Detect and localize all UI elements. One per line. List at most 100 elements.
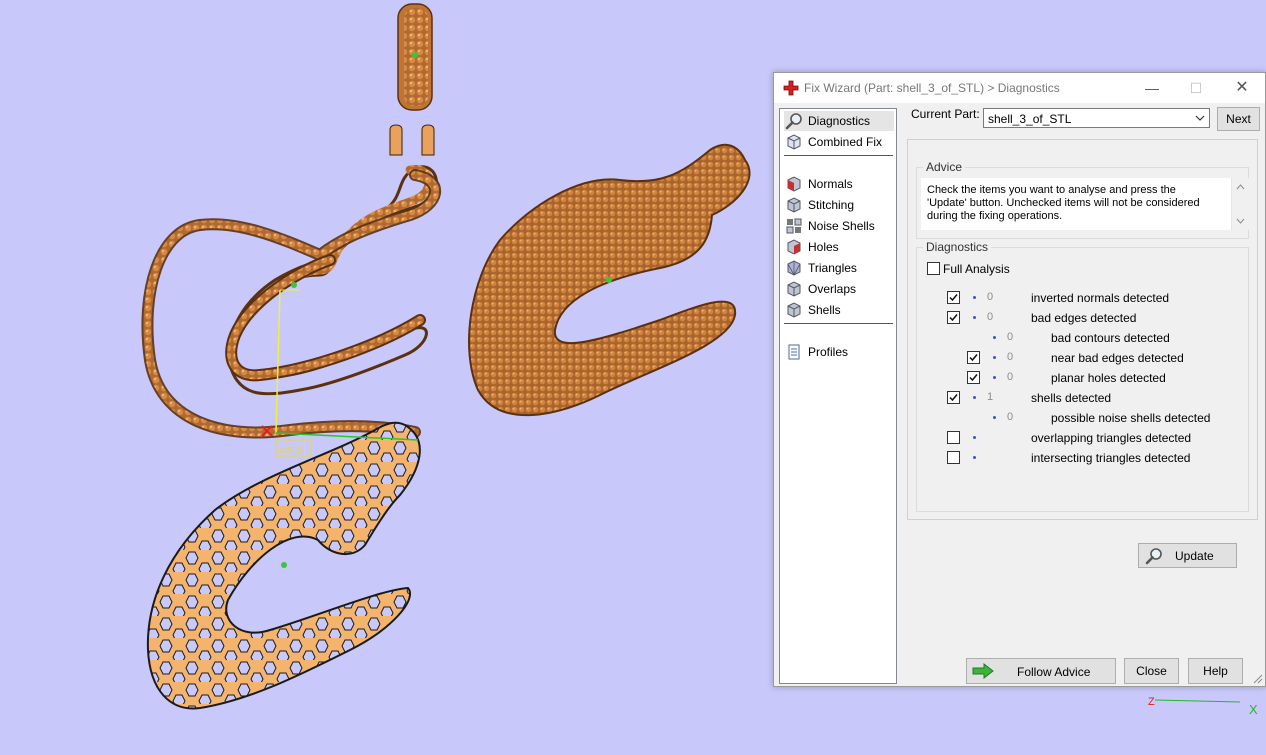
noise-shells-icon: [786, 218, 802, 234]
nav-item-stitching[interactable]: Stitching: [784, 195, 894, 215]
planar-holes-label: planar holes detected: [1051, 371, 1166, 385]
near-bad-edges-checkbox[interactable]: [967, 351, 980, 364]
update-button-label: Update: [1175, 549, 1214, 563]
pendant-bail[interactable]: [397, 3, 433, 111]
magnifier-icon: [1145, 548, 1162, 565]
wizard-cross-icon: [783, 80, 799, 96]
outline-c-shell[interactable]: [141, 164, 441, 439]
follow-advice-button[interactable]: Follow Advice: [966, 658, 1116, 684]
status-bullet: [973, 396, 976, 399]
honeycomb-c-shell[interactable]: [146, 421, 421, 710]
nav-label: Normals: [808, 177, 853, 191]
scroll-up-icon[interactable]: [1236, 184, 1245, 190]
advice-scrollbar[interactable]: [1231, 178, 1249, 230]
inverted-normals-checkbox[interactable]: [947, 291, 960, 304]
overlapping-triangles-label: overlapping triangles detected: [1031, 431, 1192, 445]
full-analysis-checkbox[interactable]: [927, 262, 940, 275]
diagnostics-group: Diagnostics Full Analysis 0 inverted nor…: [916, 240, 1249, 512]
diagnostics-panel: Advice Check the items you want to analy…: [907, 139, 1258, 568]
inverted-normals-label: inverted normals detected: [1031, 291, 1170, 305]
bad-edges-checkbox[interactable]: [947, 311, 960, 324]
status-bullet: [993, 416, 996, 419]
nav-label: Triangles: [808, 261, 857, 275]
nav-label: Shells: [808, 303, 841, 317]
checkmark-icon: [949, 314, 958, 322]
cube-icon: [787, 134, 801, 150]
shells-cube-icon: [787, 302, 801, 318]
next-button[interactable]: Next: [1217, 107, 1260, 131]
global-axis-triad: Z X: [1148, 696, 1258, 717]
checkmark-icon: [949, 394, 958, 402]
nav-item-shells[interactable]: Shells: [784, 300, 894, 320]
nav-label: Noise Shells: [808, 219, 875, 233]
checkmark-icon: [949, 294, 958, 302]
wizard-navigation: Diagnostics Combined Fix Normals Stitchi…: [779, 108, 897, 684]
minimize-icon[interactable]: —: [1132, 77, 1172, 99]
normals-cube-icon: [787, 176, 801, 192]
chevron-down-icon: [1195, 115, 1205, 121]
nav-label: Combined Fix: [808, 135, 883, 149]
nav-item-combined-fix[interactable]: Combined Fix: [784, 132, 894, 152]
nav-item-profiles[interactable]: Profiles: [784, 342, 894, 362]
nav-item-diagnostics[interactable]: Diagnostics: [784, 111, 894, 131]
resize-grip-icon[interactable]: [1253, 674, 1263, 684]
nav-item-noise-shells[interactable]: Noise Shells: [784, 216, 894, 236]
current-part-select[interactable]: shell_3_of_STL: [983, 108, 1210, 128]
title-bar[interactable]: Fix Wizard (Part: shell_3_of_STL) > Diag…: [774, 73, 1265, 103]
nav-item-normals[interactable]: Normals: [784, 174, 894, 194]
close-icon[interactable]: ✕: [1222, 77, 1262, 99]
scroll-down-icon[interactable]: [1236, 218, 1245, 224]
nav-label: Overlaps: [808, 282, 857, 296]
overlapping-triangles-checkbox[interactable]: [947, 431, 960, 444]
magnifier-icon: [785, 113, 802, 130]
fix-wizard-dialog: Fix Wizard (Part: shell_3_of_STL) > Diag…: [773, 72, 1266, 687]
axis-x-label: X: [1249, 702, 1258, 717]
window-title: Fix Wizard (Part: shell_3_of_STL) > Diag…: [804, 81, 1060, 95]
bad-contours-label: bad contours detected: [1051, 331, 1170, 345]
holes-cube-icon: [787, 239, 801, 255]
planar-holes-checkbox[interactable]: [967, 371, 980, 384]
advice-text: Check the items you want to analyse and …: [927, 184, 1200, 222]
update-button[interactable]: Update: [1138, 543, 1237, 568]
full-analysis-label: Full Analysis: [943, 262, 1010, 276]
status-bullet: [993, 376, 996, 379]
nav-divider: [784, 323, 893, 324]
nav-label: Diagnostics: [808, 114, 871, 128]
bad-contours-count: 0: [1007, 331, 1014, 343]
help-button[interactable]: Help: [1188, 658, 1243, 684]
nav-label: Stitching: [808, 198, 855, 212]
pivot-point-honeycomb: [281, 562, 287, 568]
nav-item-triangles[interactable]: Triangles: [784, 258, 894, 278]
wcs-label: WCS: [279, 445, 305, 457]
advice-textbox[interactable]: Check the items you want to analyse and …: [921, 178, 1249, 230]
nav-divider: [784, 155, 893, 156]
noise-shells-label: possible noise shells detected: [1051, 411, 1211, 425]
checkmark-icon: [969, 354, 978, 362]
pivot-point-pave: [606, 277, 612, 283]
near-bad-edges-count: 0: [1007, 351, 1014, 363]
maximize-icon[interactable]: ☐: [1176, 77, 1216, 99]
nav-item-overlaps[interactable]: Overlaps: [784, 279, 894, 299]
shells-checkbox[interactable]: [947, 391, 960, 404]
nav-label: Holes: [808, 240, 839, 254]
planar-holes-count: 0: [1007, 371, 1014, 383]
intersecting-triangles-label: intersecting triangles detected: [1031, 451, 1191, 465]
noise-shells-count: 0: [1007, 411, 1014, 423]
status-bullet: [993, 356, 996, 359]
advice-group: Advice Check the items you want to analy…: [916, 160, 1249, 239]
current-part-value: shell_3_of_STL: [988, 112, 1072, 126]
current-part-label: Current Part:: [911, 107, 980, 121]
nav-label: Profiles: [808, 345, 849, 359]
pave-c-shell[interactable]: [468, 143, 751, 417]
pivot-point-outline: [291, 282, 297, 288]
status-bullet: [993, 336, 996, 339]
nav-item-holes[interactable]: Holes: [784, 237, 894, 257]
axis-z-label: Z: [1148, 696, 1155, 708]
pivot-point-bail: [412, 52, 418, 58]
near-bad-edges-label: near bad edges detected: [1051, 351, 1184, 365]
close-button[interactable]: Close: [1124, 658, 1179, 684]
advice-legend: Advice: [923, 160, 966, 174]
checkmark-icon: [969, 374, 978, 382]
triangles-cube-icon: [787, 260, 801, 276]
intersecting-triangles-checkbox[interactable]: [947, 451, 960, 464]
